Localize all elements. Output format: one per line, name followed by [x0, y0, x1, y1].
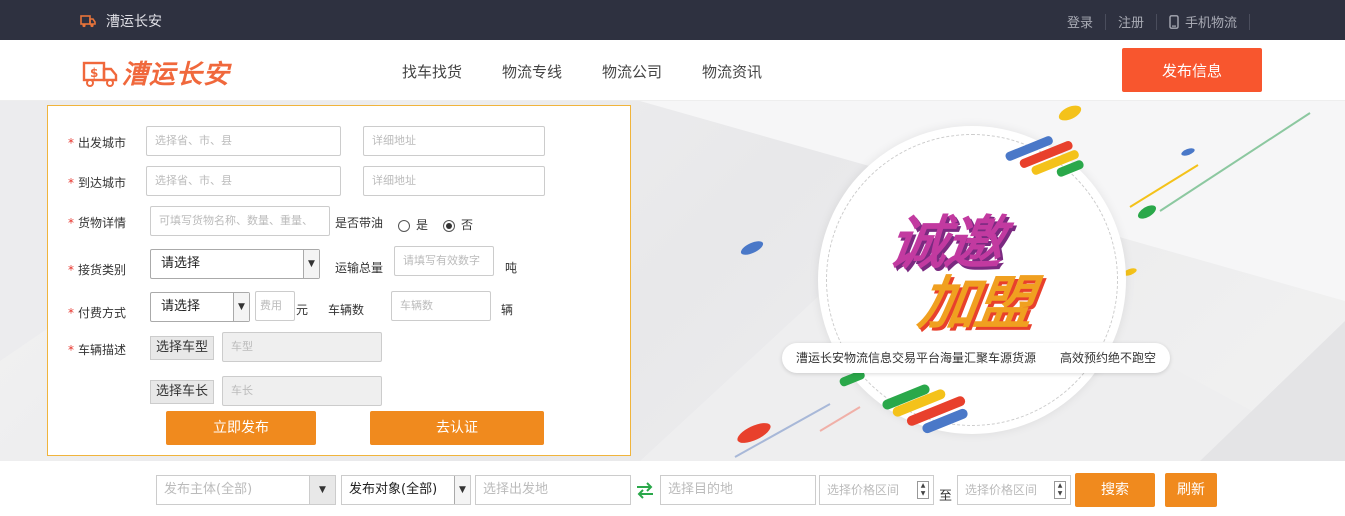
- color-stripes-top: [1005, 136, 1084, 177]
- svg-text:$: $: [90, 66, 98, 80]
- swap-arrows-icon[interactable]: [634, 479, 656, 501]
- price-min-input[interactable]: 选择价格区间 ▲ ▼: [819, 475, 934, 505]
- depart-address-input[interactable]: 详细地址: [363, 126, 545, 156]
- top-bar: 漕运长安 登录 注册 手机物流: [0, 0, 1345, 40]
- arrive-city-label-text: 到达城市: [78, 176, 127, 190]
- yuan-unit: 元: [296, 303, 309, 317]
- publish-info-button[interactable]: 发布信息: [1122, 48, 1262, 92]
- chevron-down-icon: ▼: [233, 293, 249, 321]
- receive-type-label: * 接货类别: [68, 261, 126, 278]
- truck-logo-icon: $: [82, 61, 118, 87]
- join-us-art-line2: 加盟: [914, 269, 1037, 337]
- arrive-city-label: * 到达城市: [68, 174, 126, 191]
- mobile-logistics-link[interactable]: 手机物流: [1157, 12, 1249, 31]
- oil-label: 是否带油: [335, 216, 384, 230]
- price-range-to: 至: [939, 489, 953, 504]
- arrive-address-input[interactable]: 详细地址: [363, 166, 545, 196]
- chevron-down-icon: ▼: [454, 476, 470, 504]
- vehicle-count-label: 车辆数: [328, 303, 365, 317]
- receive-type-select[interactable]: 请选择 ▼: [150, 249, 320, 279]
- vehicle-type-input[interactable]: 车型: [222, 332, 382, 362]
- vehicle-desc-label-text: 车辆描述: [78, 343, 127, 357]
- vehicle-desc-label: * 车辆描述: [68, 341, 126, 358]
- cargo-label: * 货物详情: [68, 214, 126, 231]
- oil-yes-label: 是: [416, 218, 429, 232]
- cargo-detail-input[interactable]: 可填写货物名称、数量、重量、: [150, 206, 330, 236]
- price-max-input[interactable]: 选择价格区间 ▲ ▼: [957, 475, 1071, 505]
- color-stripes-bottom: [839, 370, 968, 434]
- publisher-value: 发布主体(全部): [164, 482, 253, 497]
- from-input[interactable]: 选择出发地: [475, 475, 631, 505]
- required-star: *: [68, 136, 74, 150]
- banner-tagline: 漕运长安物流信息交易平台海量汇聚车源货源 高效预约绝不跑空: [782, 343, 1171, 373]
- required-star: *: [68, 263, 74, 277]
- search-bar: 发布主体(全部) ▼ 发布对象(全部) ▼ 选择出发地 选择目的地 选择价格区间…: [0, 461, 1345, 516]
- tagline-left: 漕运长安物流信息交易平台海量汇聚车源货源: [796, 351, 1037, 365]
- choose-length-button[interactable]: 选择车长: [150, 380, 215, 404]
- divider: [1249, 13, 1250, 30]
- payment-label: * 付费方式: [68, 304, 126, 321]
- vehicle-unit: 辆: [501, 303, 514, 317]
- refresh-button[interactable]: 刷新: [1165, 473, 1217, 507]
- arrive-region-input[interactable]: 选择省、市、县: [146, 166, 341, 196]
- nav-logistics-company[interactable]: 物流公司: [602, 61, 662, 82]
- nav-find-vehicle-cargo[interactable]: 找车找货: [402, 61, 462, 82]
- main-nav: 找车找货 物流专线 物流公司 物流资讯: [402, 61, 762, 82]
- spinner-icon[interactable]: ▲ ▼: [917, 481, 929, 499]
- price-min-placeholder: 选择价格区间: [827, 483, 900, 497]
- certify-button[interactable]: 去认证: [370, 411, 544, 445]
- login-link[interactable]: 登录: [1055, 12, 1105, 31]
- choose-type-button[interactable]: 选择车型: [150, 336, 215, 360]
- payment-label-text: 付费方式: [78, 306, 127, 320]
- register-link[interactable]: 注册: [1106, 12, 1156, 31]
- chevron-down-icon: ▼: [303, 250, 319, 278]
- depart-city-label: * 出发城市: [68, 134, 126, 151]
- publish-form: * 出发城市 选择省、市、县 详细地址 * 到达城市 选择省、市、县 详细地址 * 货…: [47, 105, 631, 456]
- total-label: 运输总量: [335, 261, 384, 275]
- to-input[interactable]: 选择目的地: [660, 475, 816, 505]
- target-select[interactable]: 发布对象(全部) ▼: [341, 475, 471, 505]
- search-button[interactable]: 搜索: [1075, 473, 1155, 507]
- top-brand-label: 漕运长安: [106, 14, 162, 30]
- oil-yes-option[interactable]: 是: [398, 216, 428, 233]
- top-brand: 漕运长安: [80, 11, 162, 31]
- main-header: $ 漕运长安 找车找货 物流专线 物流公司 物流资讯 发布信息: [0, 40, 1345, 101]
- nav-logistics-news[interactable]: 物流资讯: [702, 61, 762, 82]
- logo-text: 漕运长安: [122, 60, 231, 90]
- depart-city-label-text: 出发城市: [78, 136, 127, 150]
- mobile-logistics-label: 手机物流: [1184, 16, 1237, 31]
- vehicle-count-input[interactable]: 车辆数: [391, 291, 491, 321]
- payment-select[interactable]: 请选择 ▼: [150, 292, 250, 322]
- chevron-down-icon: ▼: [309, 476, 335, 504]
- required-star: *: [68, 176, 74, 190]
- depart-region-input[interactable]: 选择省、市、县: [146, 126, 341, 156]
- receive-type-value: 请选择: [161, 256, 201, 271]
- cargo-label-text: 货物详情: [78, 216, 127, 230]
- radio-yes[interactable]: [398, 219, 410, 232]
- radio-no[interactable]: [443, 219, 455, 232]
- ton-unit: 吨: [505, 261, 518, 275]
- oil-no-option[interactable]: 否: [443, 216, 473, 233]
- tagline-right: 高效预约绝不跑空: [1060, 351, 1157, 365]
- fee-input[interactable]: 费用: [255, 291, 295, 321]
- payment-value: 请选择: [161, 299, 201, 314]
- truck-icon: [80, 15, 96, 28]
- top-links: 登录 注册 手机物流: [1055, 12, 1250, 31]
- spinner-icon[interactable]: ▲ ▼: [1054, 481, 1066, 499]
- total-input[interactable]: 请填写有效数字: [394, 246, 494, 276]
- vehicle-length-input[interactable]: 车长: [222, 376, 382, 406]
- site-logo[interactable]: $ 漕运长安: [82, 54, 230, 91]
- price-max-placeholder: 选择价格区间: [965, 483, 1038, 497]
- submit-button[interactable]: 立即发布: [166, 411, 316, 445]
- required-star: *: [68, 216, 74, 230]
- oil-no-label: 否: [461, 218, 474, 232]
- nav-logistics-line[interactable]: 物流专线: [502, 61, 562, 82]
- phone-icon: [1169, 14, 1179, 29]
- publisher-select[interactable]: 发布主体(全部) ▼: [156, 475, 336, 505]
- required-star: *: [68, 343, 74, 357]
- required-star: *: [68, 306, 74, 320]
- receive-type-label-text: 接货类别: [78, 263, 127, 277]
- target-value: 发布对象(全部): [349, 482, 438, 497]
